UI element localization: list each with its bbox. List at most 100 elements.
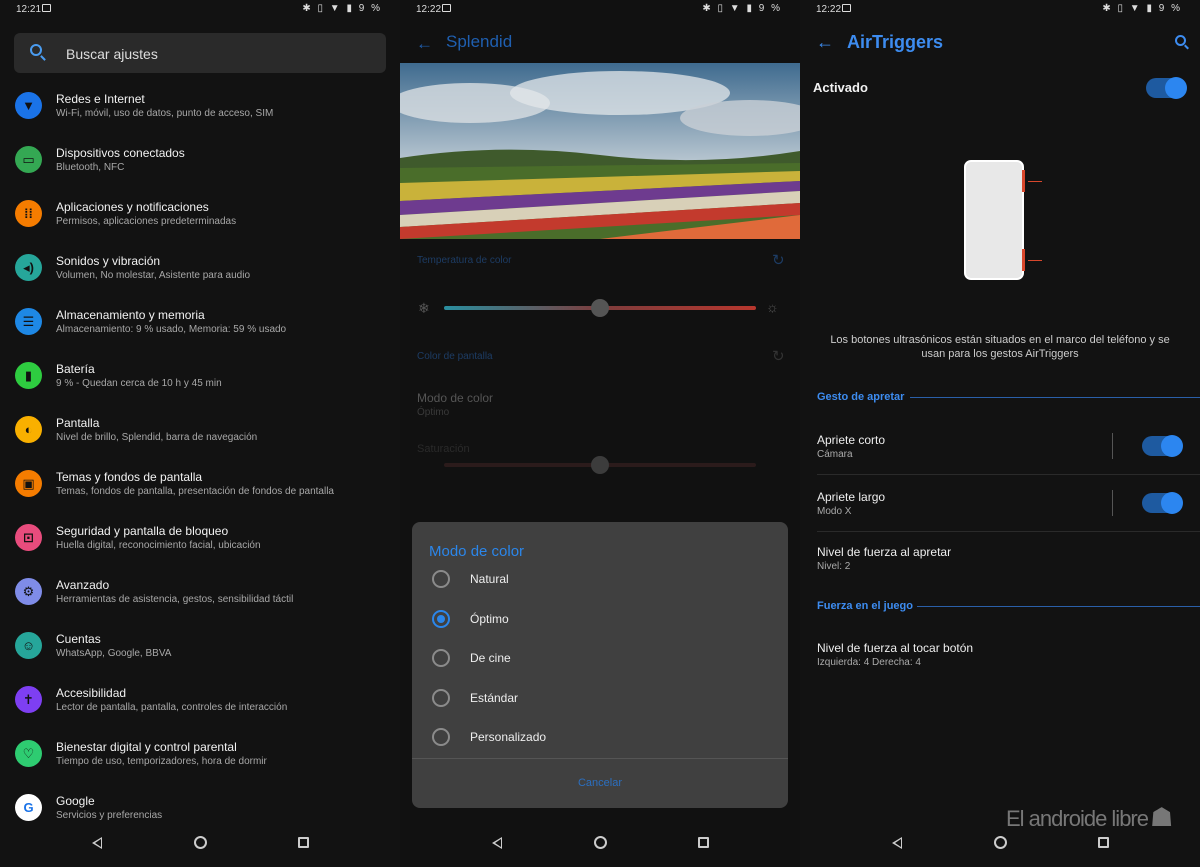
color-mode-dialog: Modo de color Natural Óptimo De cine Estánd… <box>412 522 788 808</box>
color-mode-title[interactable]: Modo de color <box>417 391 493 405</box>
settings-item[interactable]: ◐ Pantalla Nivel de brillo, Splendid, barr… <box>0 408 400 462</box>
cold-icon: ❄ <box>418 300 430 316</box>
settings-item[interactable]: ✝ Accesibilidad Lector de pantalla, pantal… <box>0 678 400 732</box>
recents-button[interactable] <box>692 832 714 854</box>
back-button[interactable] <box>86 832 108 854</box>
airtriggers-screen: 12:22 ✱ ▯ ▼ ▮ 9 % ← AirTriggers Activado… <box>800 0 1200 867</box>
saturation-slider-thumb[interactable] <box>591 456 609 474</box>
color-temp-slider-thumb[interactable] <box>591 299 609 317</box>
touch-force-title[interactable]: Nivel de fuerza al tocar botón <box>817 641 973 655</box>
settings-item[interactable]: ☺ Cuentas WhatsApp, Google, BBVA <box>0 624 400 678</box>
settings-item-subtitle: Wi-Fi, móvil, uso de datos, punto de acc… <box>56 108 274 119</box>
settings-item-title: Dispositivos conectados <box>56 146 185 160</box>
back-button[interactable] <box>486 832 508 854</box>
force-level-value: Nivel: 2 <box>817 561 851 572</box>
settings-item[interactable]: ▼ Redes e Internet Wi-Fi, móvil, uso de da… <box>0 84 400 138</box>
status-bar: 12:21 ✱ ▯ ▼ ▮ 9 % <box>0 0 400 20</box>
recents-icon <box>697 837 709 848</box>
back-button[interactable] <box>886 832 908 854</box>
settings-screen: 12:21 ✱ ▯ ▼ ▮ 9 % Buscar ajustes ▼ Redes … <box>0 0 400 867</box>
settings-item[interactable]: ⁞⁞ Aplicaciones y notificaciones Permisos,… <box>0 192 400 246</box>
account-icon: ☺ <box>15 632 42 659</box>
wallpaper-icon: ▣ <box>15 470 42 497</box>
settings-list: ▼ Redes e Internet Wi-Fi, móvil, uso de da… <box>0 84 400 840</box>
status-time: 12:21 <box>16 4 42 15</box>
list-divider <box>817 531 1200 532</box>
long-press-title[interactable]: Apriete largo <box>817 490 885 504</box>
settings-item-subtitle: 9 % - Quedan cerca de 10 h y 45 min <box>56 378 222 389</box>
settings-item[interactable]: ⚙ Avanzado Herramientas de asistencia, ges… <box>0 570 400 624</box>
screenshot-icon <box>42 4 51 12</box>
section-header-squeeze: Gesto de apretar <box>817 391 905 403</box>
reset-icon[interactable]: ↻ <box>772 251 785 269</box>
back-arrow-icon[interactable]: ← <box>816 32 834 53</box>
radio-button[interactable] <box>432 688 450 707</box>
color-mode-option[interactable]: De cine <box>412 641 788 677</box>
radio-button[interactable] <box>432 649 450 668</box>
settings-item-title: Avanzado <box>56 578 110 592</box>
back-icon <box>492 837 502 849</box>
radio-button[interactable] <box>432 570 450 588</box>
navigation-bar <box>0 819 400 867</box>
settings-item[interactable]: ◂) Sonidos y vibración Volumen, No molesta… <box>0 246 400 300</box>
reset-icon[interactable]: ↻ <box>772 347 785 365</box>
short-press-title[interactable]: Apriete corto <box>817 433 885 447</box>
dialog-title: Modo de color <box>429 543 525 560</box>
home-button[interactable] <box>189 832 211 854</box>
back-arrow-icon[interactable]: ← <box>416 34 433 54</box>
upper-trigger-arrow <box>1028 181 1042 182</box>
force-level-title[interactable]: Nivel de fuerza al apretar <box>817 545 951 559</box>
long-press-value: Modo X <box>817 506 852 517</box>
navigation-bar <box>800 819 1200 867</box>
wellbeing-icon: ♡ <box>15 740 42 767</box>
search-icon[interactable] <box>1175 35 1186 46</box>
color-mode-option[interactable]: Óptimo <box>412 602 788 638</box>
settings-item-subtitle: Almacenamiento: 9 % usado, Memoria: 59 %… <box>56 324 287 335</box>
toggle-knob <box>1161 435 1183 457</box>
settings-item[interactable]: ⊡ Seguridad y pantalla de bloqueo Huella d… <box>0 516 400 570</box>
settings-item[interactable]: ♡ Bienestar digital y control parental Tie… <box>0 732 400 786</box>
airtriggers-toggle[interactable] <box>1146 77 1187 99</box>
recents-button[interactable] <box>1092 832 1114 854</box>
option-label: Óptimo <box>470 611 509 626</box>
enabled-label: Activado <box>813 80 868 95</box>
home-button[interactable] <box>989 832 1011 854</box>
preview-image <box>400 63 800 239</box>
screenshot-icon <box>842 4 851 12</box>
settings-item-title: Cuentas <box>56 632 101 646</box>
color-mode-option[interactable]: Natural <box>412 562 788 598</box>
radio-button[interactable] <box>432 728 450 747</box>
cancel-button[interactable]: Cancelar <box>412 777 788 789</box>
radio-button[interactable] <box>432 609 450 628</box>
settings-item-title: Pantalla <box>56 416 100 430</box>
settings-item-subtitle: Tiempo de uso, temporizadores, hora de d… <box>56 756 267 767</box>
gear-icon: ⚙ <box>15 578 42 605</box>
navigation-bar <box>400 819 800 867</box>
short-press-toggle[interactable] <box>1142 435 1183 457</box>
settings-item-title: Batería <box>56 362 95 376</box>
home-button[interactable] <box>589 832 611 854</box>
color-mode-option[interactable]: Personalizado <box>412 720 788 756</box>
search-bar[interactable]: Buscar ajustes <box>14 33 386 73</box>
short-press-value: Cámara <box>817 449 853 460</box>
settings-item-subtitle: Permisos, aplicaciones predeterminadas <box>56 216 237 227</box>
settings-item[interactable]: ▣ Temas y fondos de pantalla Temas, fondos… <box>0 462 400 516</box>
search-icon <box>30 44 42 56</box>
recents-button[interactable] <box>292 832 314 854</box>
settings-item-subtitle: Bluetooth, NFC <box>56 162 125 173</box>
settings-item-subtitle: Temas, fondos de pantalla, presentación … <box>56 486 334 497</box>
status-bar: 12:22 ✱ ▯ ▼ ▮ 9 % <box>400 0 800 20</box>
settings-item[interactable]: ▭ Dispositivos conectados Bluetooth, NFC <box>0 138 400 192</box>
screen-color-label: Color de pantalla <box>417 351 493 362</box>
color-mode-option[interactable]: Estándar <box>412 681 788 717</box>
settings-item[interactable]: ☰ Almacenamiento y memoria Almacenamiento:… <box>0 300 400 354</box>
settings-item-title: Redes e Internet <box>56 92 145 106</box>
long-press-toggle[interactable] <box>1142 492 1183 514</box>
display-icon: ◐ <box>15 416 42 443</box>
upper-trigger-marker <box>1022 170 1025 192</box>
settings-item-title: Google <box>56 794 95 808</box>
section-header-game: Fuerza en el juego <box>817 600 913 612</box>
status-icons: ✱ ▯ ▼ ▮ 9 % <box>1102 3 1182 14</box>
settings-item-title: Bienestar digital y control parental <box>56 740 237 754</box>
settings-item[interactable]: ▮ Batería 9 % - Quedan cerca de 10 h y 45 … <box>0 354 400 408</box>
